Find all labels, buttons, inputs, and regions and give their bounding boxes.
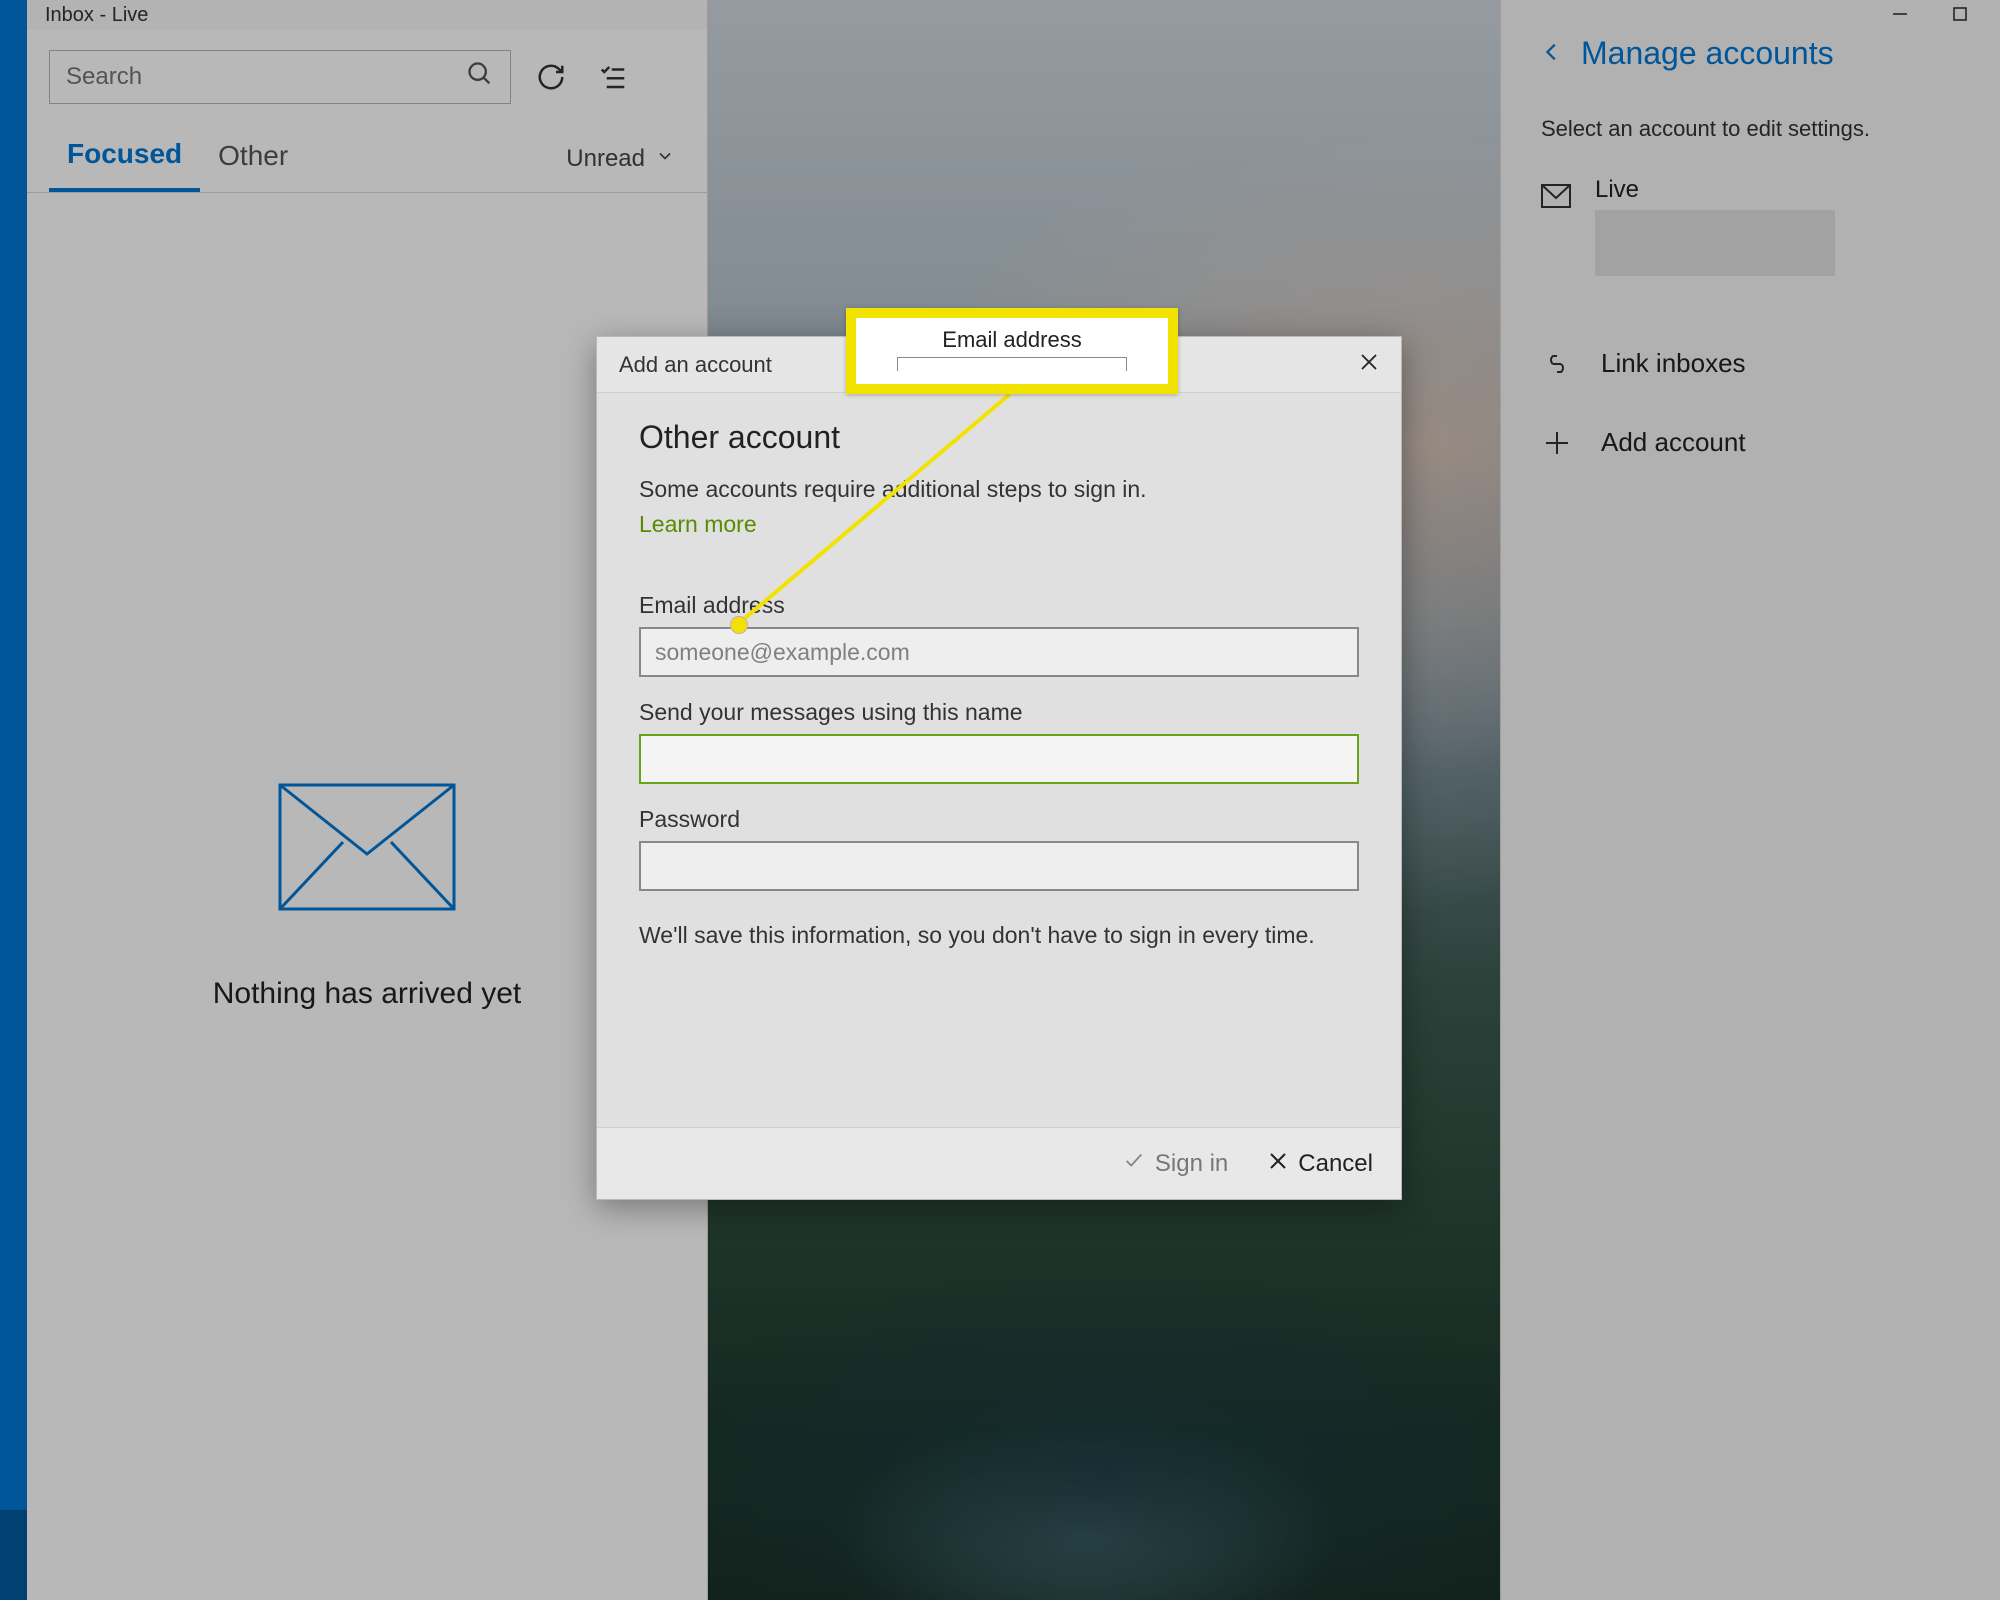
email-field[interactable]	[639, 627, 1359, 677]
inbox-toolbar	[27, 30, 707, 116]
tab-other[interactable]: Other	[200, 128, 306, 190]
cancel-button[interactable]: Cancel	[1268, 1150, 1373, 1178]
tab-focused[interactable]: Focused	[49, 126, 200, 192]
annotation-callout: Email address	[846, 308, 1178, 394]
account-email-placeholder	[1595, 210, 1835, 276]
maximize-button[interactable]	[1950, 4, 1970, 30]
display-name-field[interactable]	[639, 734, 1359, 784]
link-inboxes-label: Link inboxes	[1601, 348, 1746, 379]
window-title: Inbox - Live	[27, 0, 707, 30]
callout-endpoint	[730, 616, 748, 634]
dialog-footer: Sign in Cancel	[597, 1127, 1401, 1199]
filter-unread[interactable]: Unread	[556, 133, 685, 185]
dialog-body: Other account Some accounts require addi…	[597, 393, 1401, 1127]
close-icon	[1268, 1150, 1288, 1178]
link-icon	[1541, 353, 1573, 375]
save-info-note: We'll save this information, so you don'…	[639, 919, 1359, 952]
dialog-description: Some accounts require additional steps t…	[639, 476, 1359, 503]
dialog-heading: Other account	[639, 419, 1359, 456]
add-account-button[interactable]: Add account	[1541, 403, 1960, 482]
envelope-icon	[277, 782, 457, 917]
sign-in-label: Sign in	[1155, 1150, 1228, 1178]
selection-mode-button[interactable]	[591, 55, 635, 99]
add-account-dialog: Add an account Other account Some accoun…	[596, 336, 1402, 1200]
account-body: Live	[1595, 176, 1835, 276]
callout-label: Email address	[942, 327, 1081, 353]
back-button[interactable]	[1541, 37, 1563, 71]
password-label: Password	[639, 806, 1359, 833]
dialog-close-button[interactable]	[1359, 351, 1379, 379]
account-name: Live	[1595, 176, 1835, 204]
cancel-label: Cancel	[1298, 1150, 1373, 1178]
email-label: Email address	[639, 592, 1359, 619]
empty-message: Nothing has arrived yet	[213, 977, 522, 1011]
link-inboxes-button[interactable]: Link inboxes	[1541, 324, 1960, 403]
display-name-label: Send your messages using this name	[639, 699, 1359, 726]
window-controls	[1860, 0, 2000, 34]
manage-accounts-panel: Manage accounts Select an account to edi…	[1500, 0, 2000, 1600]
minimize-button[interactable]	[1890, 4, 1910, 30]
account-item-live[interactable]: Live	[1541, 176, 1960, 276]
learn-more-link[interactable]: Learn more	[639, 511, 757, 538]
search-icon	[466, 60, 494, 95]
left-rail-accent	[0, 1510, 27, 1600]
search-input[interactable]	[66, 63, 466, 91]
plus-icon	[1541, 430, 1573, 456]
check-icon	[1123, 1149, 1145, 1178]
mail-app: Inbox - Live Focused Other Unread	[0, 0, 2000, 1600]
left-rail	[0, 0, 27, 1600]
password-field[interactable]	[639, 841, 1359, 891]
add-account-label: Add account	[1601, 427, 1746, 458]
manage-accounts-title: Manage accounts	[1581, 35, 1834, 72]
manage-accounts-subtitle: Select an account to edit settings.	[1541, 116, 1960, 142]
dialog-title: Add an account	[619, 352, 772, 378]
inbox-tabs: Focused Other Unread	[27, 116, 707, 193]
manage-accounts-header: Manage accounts	[1541, 35, 1960, 72]
callout-mini-field	[897, 357, 1127, 371]
mail-icon	[1541, 184, 1571, 213]
sign-in-button[interactable]: Sign in	[1123, 1149, 1228, 1178]
window-title-text: Inbox - Live	[45, 4, 148, 27]
sync-button[interactable]	[529, 55, 573, 99]
filter-label: Unread	[566, 145, 645, 173]
search-box[interactable]	[49, 50, 511, 104]
chevron-down-icon	[655, 145, 675, 173]
